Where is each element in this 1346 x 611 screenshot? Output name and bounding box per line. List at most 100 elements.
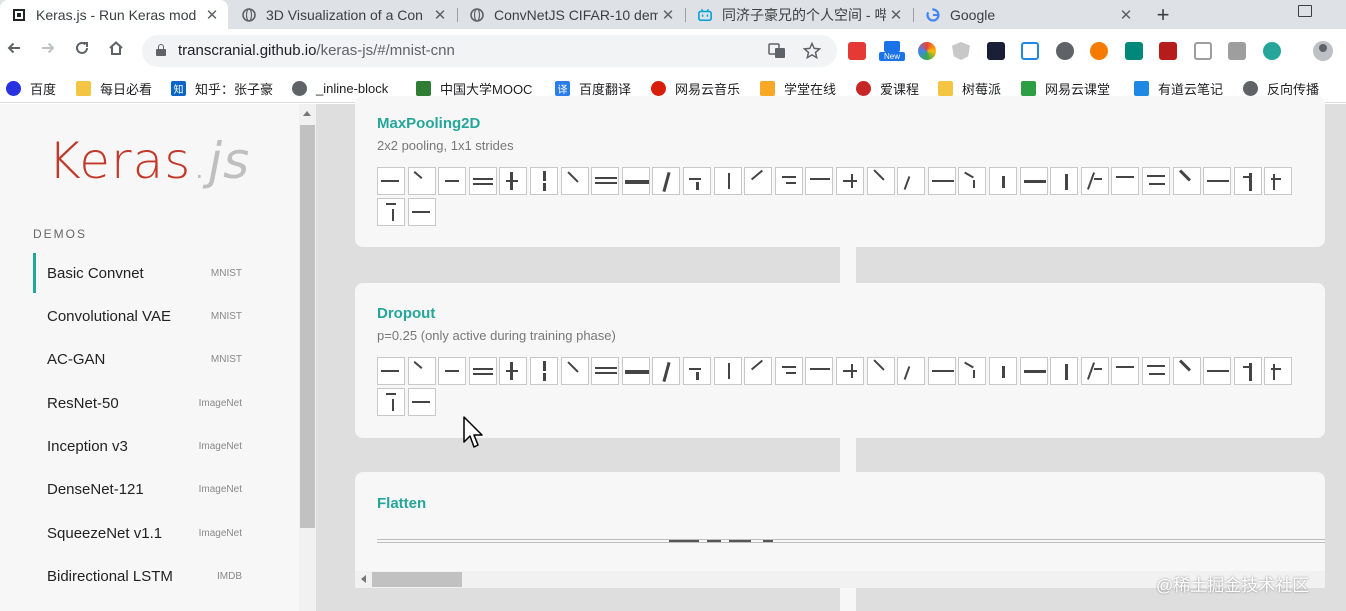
extension-new-icon[interactable]: New xyxy=(879,41,905,61)
tab-title: ConvNetJS CIFAR-10 dem xyxy=(494,6,658,23)
flatten-scroll-thumb[interactable] xyxy=(372,572,462,587)
extension-grid-icon[interactable] xyxy=(1228,42,1246,60)
activation-stroke xyxy=(595,372,618,374)
google-icon xyxy=(926,7,940,22)
demo-inception-v3[interactable]: Inception v3 ImageNet xyxy=(33,426,248,466)
activation-stroke xyxy=(810,178,831,180)
sidebar-scrollbar[interactable] xyxy=(299,104,316,611)
activation-stroke xyxy=(1147,365,1165,367)
close-icon[interactable]: ✕ xyxy=(430,6,450,24)
extension-circle-icon[interactable] xyxy=(1056,42,1074,60)
extension-red-icon[interactable] xyxy=(848,42,866,60)
translate-icon[interactable] xyxy=(768,42,786,64)
close-icon[interactable]: ✕ xyxy=(202,6,222,24)
bookmark-youdao-note[interactable]: 有道云笔记 xyxy=(1134,79,1223,97)
extension-screen-icon[interactable] xyxy=(1021,42,1039,60)
netease-class-icon xyxy=(1021,80,1036,96)
tab-keras[interactable]: Keras.js - Run Keras mod ✕ xyxy=(0,0,228,29)
restore-window-icon[interactable] xyxy=(1298,5,1312,17)
bookmark-zhihu[interactable]: 知知乎：张子豪 xyxy=(171,79,273,97)
home-button[interactable] xyxy=(104,39,128,63)
reload-button[interactable] xyxy=(70,39,94,63)
scroll-up-arrow-icon[interactable] xyxy=(303,111,311,116)
extension-s-icon[interactable] xyxy=(1125,42,1143,60)
demo-resnet-50[interactable]: ResNet-50 ImageNet xyxy=(33,383,248,423)
activation-stroke xyxy=(662,171,671,193)
bookmark-star-icon[interactable] xyxy=(802,41,822,64)
bookmark-mooc[interactable]: 中国大学MOOC xyxy=(416,79,532,97)
activation-stroke xyxy=(392,399,394,411)
bookmark-backprop[interactable]: 反向传播 xyxy=(1243,79,1319,97)
activation-stroke xyxy=(595,177,618,179)
activation-stroke xyxy=(381,180,399,182)
activation-stroke xyxy=(1271,178,1282,180)
activation-stroke xyxy=(1271,368,1282,370)
feature-map-thumbnail xyxy=(1111,357,1140,385)
flatten-activation xyxy=(729,540,751,542)
extension-shield-icon[interactable] xyxy=(952,42,970,60)
new-tab-button[interactable]: + xyxy=(1153,2,1173,28)
feature-map-thumbnail xyxy=(377,357,405,385)
back-button[interactable] xyxy=(2,39,26,63)
demo-squeezenet[interactable]: SqueezeNet v1.1 ImageNet xyxy=(33,513,248,553)
bookmark-baidu-translate[interactable]: 译百度翻译 xyxy=(555,79,631,97)
feature-map-thumbnail xyxy=(1080,167,1109,195)
close-icon[interactable]: ✕ xyxy=(658,6,678,24)
activation-stroke xyxy=(1116,366,1135,368)
demo-basic-convnet[interactable]: Basic Convnet MNIST xyxy=(33,253,248,293)
bookmark-daily[interactable]: 每日必看 xyxy=(76,79,152,97)
close-icon[interactable]: ✕ xyxy=(886,6,906,24)
extension-orange-icon[interactable] xyxy=(1090,42,1108,60)
sidebar-scroll-thumb[interactable] xyxy=(300,125,315,528)
feature-map-thumbnail xyxy=(836,167,864,195)
bookmark-baidu[interactable]: 百度 xyxy=(6,79,56,97)
youdao-note-icon xyxy=(1134,80,1149,96)
forward-button[interactable] xyxy=(36,39,60,63)
feature-map-thumbnail xyxy=(1264,167,1293,195)
mouse-pointer-icon xyxy=(463,416,483,448)
lock-icon[interactable] xyxy=(156,44,166,56)
extension-dark-icon[interactable] xyxy=(987,42,1005,60)
activation-stroke xyxy=(1178,359,1191,372)
extension-doc-icon[interactable] xyxy=(1194,42,1212,60)
feature-map-thumbnail xyxy=(1019,167,1048,195)
tab-google[interactable]: Google ✕ xyxy=(914,0,1142,29)
feature-map-thumbnail xyxy=(1019,357,1048,385)
home-icon xyxy=(109,41,123,55)
profile-avatar[interactable] xyxy=(1313,41,1333,61)
extension-chart-icon[interactable] xyxy=(1159,42,1177,60)
activation-stroke xyxy=(872,359,885,371)
bookmark-inline-block[interactable]: _inline-block xyxy=(292,79,388,97)
extension-photos-icon[interactable] xyxy=(918,42,936,60)
bookmark-xuetang[interactable]: 学堂在线 xyxy=(760,79,836,97)
feature-map-grid xyxy=(377,357,1297,417)
tab-3d-visualization[interactable]: 3D Visualization of a Con ✕ xyxy=(230,0,456,29)
scroll-left-arrow-icon[interactable] xyxy=(361,575,366,583)
activation-stroke xyxy=(386,203,396,205)
activation-stroke xyxy=(785,372,796,374)
close-icon[interactable]: ✕ xyxy=(1116,6,1136,24)
activation-stroke xyxy=(1093,368,1102,370)
url-text[interactable]: transcranial.github.io/keras-js/#/mnist-… xyxy=(178,42,455,59)
demo-densenet-121[interactable]: DenseNet-121 ImageNet xyxy=(33,469,248,509)
bookmark-raspberry-pi[interactable]: 树莓派 xyxy=(938,79,1001,97)
tab-convnetjs[interactable]: ConvNetJS CIFAR-10 dem ✕ xyxy=(458,0,684,29)
activation-stroke xyxy=(964,171,975,179)
demo-ac-gan[interactable]: AC-GAN MNIST xyxy=(33,339,248,379)
feature-map-grid xyxy=(377,167,1297,227)
feature-map-thumbnail xyxy=(591,357,620,385)
address-bar[interactable]: transcranial.github.io/keras-js/#/mnist-… xyxy=(142,35,837,67)
bookmark-netease-class[interactable]: 网易云课堂 xyxy=(1021,79,1110,97)
browser-toolbar: transcranial.github.io/keras-js/#/mnist-… xyxy=(0,29,1346,73)
feature-map-thumbnail xyxy=(1142,357,1170,385)
keras-logo[interactable]: Keras.js xyxy=(48,132,250,190)
bookmark-netease-music[interactable]: 网易云音乐 xyxy=(651,79,740,97)
extension-teal-icon[interactable] xyxy=(1263,42,1281,60)
demo-convolutional-vae[interactable]: Convolutional VAE MNIST xyxy=(33,296,248,336)
activation-stroke xyxy=(1023,370,1046,373)
demo-bidirectional-lstm[interactable]: Bidirectional LSTM IMDB xyxy=(33,556,248,596)
xuetang-icon xyxy=(760,80,775,96)
activation-stroke xyxy=(872,169,885,181)
tab-bilibili[interactable]: 同济子豪兄的个人空间 - 哔 ✕ xyxy=(686,0,912,29)
bookmark-icourse[interactable]: 爱课程 xyxy=(856,79,919,97)
